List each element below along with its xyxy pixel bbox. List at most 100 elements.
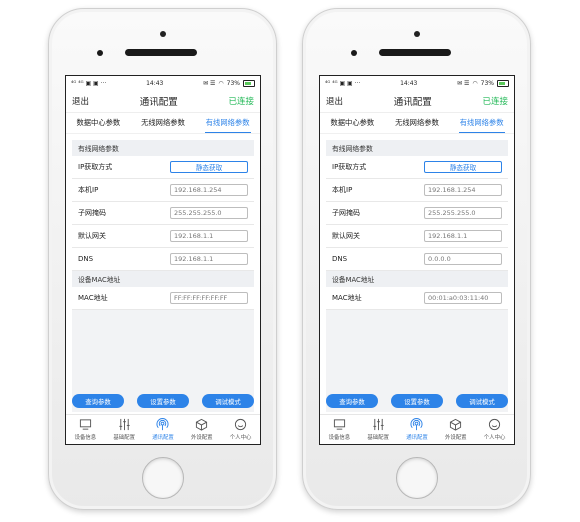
mask-input[interactable]: 255.255.255.0	[170, 207, 248, 219]
nav-personal-center[interactable]: 个人中心	[477, 418, 513, 441]
nav-basic-config[interactable]: 基础配置	[360, 418, 396, 441]
row-gateway: 默认网关 192.168.1.1	[72, 225, 254, 248]
bottom-nav: 设备信息 基础配置 通讯配置 外设配置 个人中心	[320, 414, 514, 444]
tab-wireless[interactable]: 无线网络参数	[140, 118, 186, 128]
tab-wired[interactable]: 有线网络参数	[458, 118, 505, 133]
section-header-mac: 设备MAC地址	[72, 271, 254, 287]
nav-device-info[interactable]: 设备信息	[321, 418, 357, 441]
gateway-input[interactable]: 192.168.1.1	[170, 230, 248, 242]
ip-label: 本机IP	[332, 186, 353, 194]
exit-button[interactable]: 退出	[326, 95, 343, 107]
phone-right: ⁴ᴳ ⁴ᴳ ▣ ▣ ··· 14:43 ✉ ☰ ◠ 73% 退出 通讯配置 已连…	[302, 8, 531, 510]
monitor-icon	[79, 419, 91, 430]
settings-form: 有线网络参数 IP获取方式 静态获取 本机IP 192.168.1.254 子网…	[72, 140, 254, 412]
smile-icon	[235, 418, 247, 431]
debug-mode-button[interactable]: 调试模式	[202, 394, 254, 408]
home-button[interactable]	[141, 457, 184, 499]
gateway-input[interactable]: 192.168.1.1	[424, 230, 502, 242]
section-header-mac: 设备MAC地址	[326, 271, 508, 287]
signal-icon	[156, 418, 170, 431]
mask-label: 子网掩码	[332, 209, 360, 217]
tab-data-center[interactable]: 数据中心参数	[329, 118, 375, 128]
clock: 14:43	[146, 79, 164, 87]
gateway-label: 默认网关	[78, 232, 106, 240]
signal-indicators: ⁴ᴳ ⁴ᴳ ▣ ▣ ···	[325, 79, 361, 87]
mask-label: 子网掩码	[78, 209, 106, 217]
ip-mode-button[interactable]: 静态获取	[170, 161, 248, 173]
nav-bar: 退出 通讯配置 已连接	[66, 90, 260, 113]
earpiece-speaker	[125, 49, 197, 56]
query-params-button[interactable]: 查询参数	[72, 394, 124, 408]
row-ip: 本机IP 192.168.1.254	[326, 179, 508, 202]
tab-wireless[interactable]: 无线网络参数	[394, 118, 440, 128]
front-camera	[97, 50, 103, 56]
battery-percent: 73%	[226, 79, 240, 87]
debug-mode-button[interactable]: 调试模式	[456, 394, 508, 408]
nav-peripheral-config[interactable]: 外设配置	[438, 418, 474, 441]
dns-input[interactable]: 0.0.0.0	[424, 253, 502, 265]
ip-mode-button[interactable]: 静态获取	[424, 161, 502, 173]
row-dns: DNS 0.0.0.0	[326, 248, 508, 271]
section-header-wired: 有线网络参数	[326, 140, 508, 156]
smile-icon	[489, 418, 501, 431]
action-buttons: 查询参数 设置参数 调试模式	[72, 394, 254, 408]
row-dns: DNS 192.168.1.1	[72, 248, 254, 271]
row-ip-mode: IP获取方式 静态获取	[326, 156, 508, 179]
screen: ⁴ᴳ ⁴ᴳ ▣ ▣ ··· 14:43 ✉ ☰ ◠ 73% 退出 通讯配置 已连…	[319, 75, 515, 445]
nav-label: 外设配置	[190, 435, 213, 441]
row-gateway: 默认网关 192.168.1.1	[326, 225, 508, 248]
camera-dot	[413, 31, 420, 37]
notification-icons: ✉ ☰	[457, 79, 470, 87]
set-params-button[interactable]: 设置参数	[137, 394, 189, 408]
mac-input[interactable]: FF:FF:FF:FF:FF:FF	[170, 292, 248, 304]
tab-data-center[interactable]: 数据中心参数	[75, 118, 121, 128]
nav-label: 通讯配置	[152, 435, 174, 441]
tab-bar: 数据中心参数 无线网络参数 有线网络参数	[66, 113, 260, 134]
settings-form: 有线网络参数 IP获取方式 静态获取 本机IP 192.168.1.254 子网…	[326, 140, 508, 412]
wifi-icon: ◠	[472, 79, 478, 87]
nav-bar: 退出 通讯配置 已连接	[320, 90, 514, 113]
dns-input[interactable]: 192.168.1.1	[170, 253, 248, 265]
tab-wired[interactable]: 有线网络参数	[204, 118, 251, 133]
dns-label: DNS	[332, 255, 348, 263]
row-ip-mode: IP获取方式 静态获取	[72, 156, 254, 179]
screen: ⁴ᴳ ⁴ᴳ ▣ ▣ ··· 14:43 ✉ ☰ ◠ 73% 退出 通讯配置 已连…	[65, 75, 261, 445]
nav-basic-config[interactable]: 基础配置	[106, 418, 142, 441]
query-params-button[interactable]: 查询参数	[326, 394, 378, 408]
phone-left: ⁴ᴳ ⁴ᴳ ▣ ▣ ··· 14:43 ✉ ☰ ◠ 73% 退出 通讯配置 已连…	[48, 8, 277, 510]
tab-bar: 数据中心参数 无线网络参数 有线网络参数	[320, 113, 514, 134]
status-bar: ⁴ᴳ ⁴ᴳ ▣ ▣ ··· 14:43 ✉ ☰ ◠ 73%	[66, 76, 260, 90]
nav-comm-config[interactable]: 通讯配置	[145, 418, 181, 441]
ip-input[interactable]: 192.168.1.254	[424, 184, 502, 196]
signal-indicators: ⁴ᴳ ⁴ᴳ ▣ ▣ ···	[71, 79, 107, 87]
nav-personal-center[interactable]: 个人中心	[223, 418, 259, 441]
set-params-button[interactable]: 设置参数	[391, 394, 443, 408]
mac-label: MAC地址	[332, 294, 362, 302]
ip-label: 本机IP	[78, 186, 99, 194]
home-button[interactable]	[395, 457, 438, 499]
bottom-nav: 设备信息 基础配置 通讯配置 外设配置 个人中心	[66, 414, 260, 444]
ip-input[interactable]: 192.168.1.254	[170, 184, 248, 196]
mask-input[interactable]: 255.255.255.0	[424, 207, 502, 219]
battery-icon	[242, 79, 255, 87]
ip-mode-label: IP获取方式	[332, 163, 367, 171]
connection-status: 已连接	[228, 97, 254, 107]
action-buttons: 查询参数 设置参数 调试模式	[326, 394, 508, 408]
nav-label: 个人中心	[483, 435, 506, 441]
battery-percent: 73%	[480, 79, 494, 87]
nav-comm-config[interactable]: 通讯配置	[399, 418, 435, 441]
row-mac: MAC地址 FF:FF:FF:FF:FF:FF	[72, 287, 254, 310]
nav-label: 外设配置	[444, 435, 467, 441]
dns-label: DNS	[78, 255, 94, 263]
exit-button[interactable]: 退出	[72, 95, 89, 107]
camera-dot	[159, 31, 166, 37]
clock: 14:43	[400, 79, 418, 87]
nav-peripheral-config[interactable]: 外设配置	[184, 418, 220, 441]
mac-input[interactable]: 00:01:a0:03:11:40	[424, 292, 502, 304]
row-mask: 子网掩码 255.255.255.0	[326, 202, 508, 225]
nav-label: 设备信息	[328, 435, 351, 441]
ip-mode-label: IP获取方式	[78, 163, 113, 171]
page-title: 通讯配置	[139, 97, 178, 108]
nav-device-info[interactable]: 设备信息	[67, 418, 103, 441]
cube-icon	[196, 418, 208, 431]
